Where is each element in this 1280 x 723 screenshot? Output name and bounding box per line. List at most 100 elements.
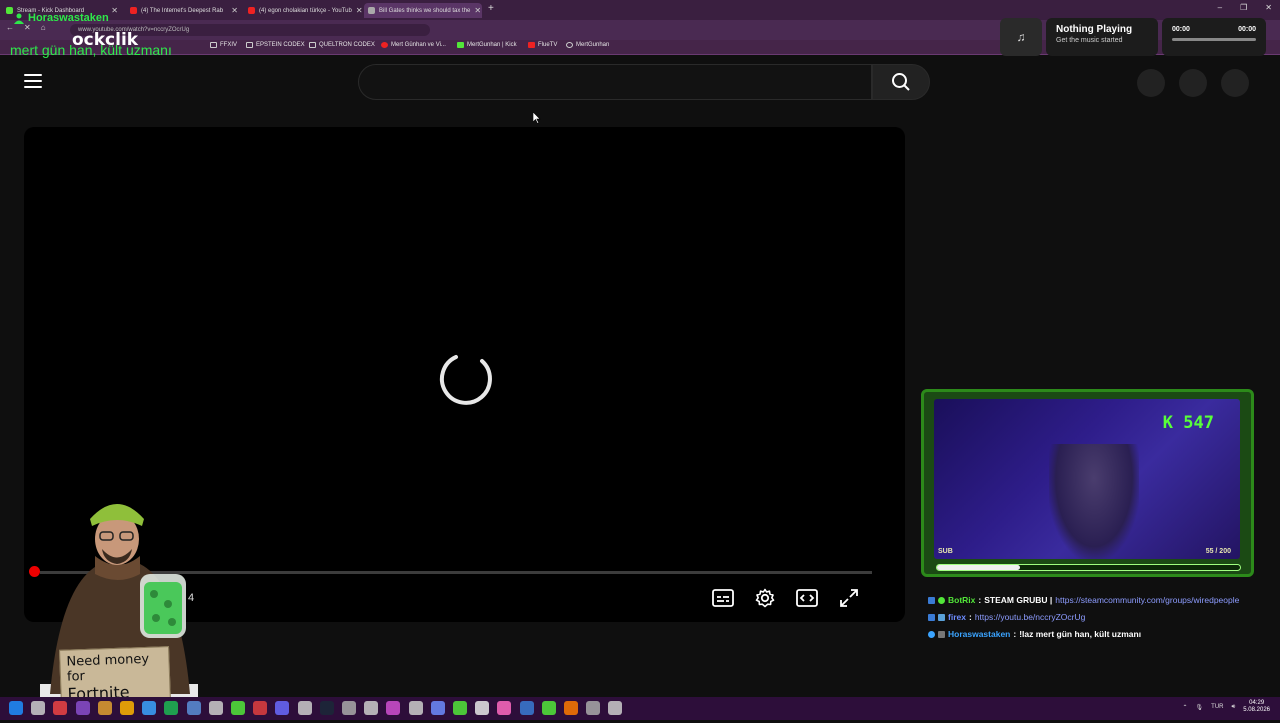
seek-handle[interactable] [29, 566, 40, 577]
close-tab-icon[interactable]: ✕ [231, 6, 238, 15]
new-tab-icon[interactable]: + [488, 3, 494, 14]
taskbar-app-icon[interactable] [31, 701, 46, 715]
chat-message: Horaswastaken : !laz mert gün han, kült … [928, 629, 1273, 639]
chevron-up-icon[interactable]: ⌃ [1183, 704, 1188, 711]
chat-link[interactable]: https://steamcommunity.com/groups/wiredp… [1055, 595, 1239, 605]
music-note-icon[interactable]: ♫ [1000, 18, 1042, 56]
chat-link[interactable]: https://youtu.be/nccryZOcrUg [975, 612, 1086, 622]
chat-username[interactable]: Horaswastaken [948, 629, 1010, 639]
browser-tab[interactable]: (4) egon cholakian türkçe - YouTub ✕ [244, 3, 362, 18]
taskbar-app-icon[interactable] [497, 701, 512, 715]
taskbar-app-icon[interactable] [297, 701, 312, 715]
taskbar-app-icon[interactable] [120, 701, 134, 715]
sub-badge-icon [938, 613, 945, 621]
taskbar-app-icon[interactable] [386, 701, 401, 715]
music-info: Nothing Playing Get the music started [1046, 18, 1158, 56]
taskbar-app-icon[interactable] [541, 701, 556, 715]
taskbar-app-icon[interactable] [364, 701, 379, 715]
taskbar-app-icon[interactable] [608, 701, 623, 715]
restore-icon[interactable]: ❐ [1240, 3, 1247, 12]
folder-icon [246, 42, 253, 48]
github-icon [566, 42, 573, 48]
badge-icon [928, 613, 935, 621]
browser-tab-active[interactable]: Bill Gates thinks we should tax the ✕ [364, 3, 482, 18]
taskbar-app-icon[interactable] [319, 701, 334, 715]
taskbar-app-icon[interactable] [208, 701, 223, 715]
taskbar-app-icon[interactable] [231, 701, 245, 715]
bookmark-label: QUELTRON CODEX [319, 42, 375, 48]
taskbar-app-icon[interactable] [97, 701, 112, 715]
bookmark-item[interactable]: QUELTRON CODEX [309, 42, 375, 48]
bookmark-item[interactable]: MertGunhan [566, 42, 609, 48]
taskbar-app-icon[interactable] [186, 701, 201, 715]
youtube-icon [381, 42, 388, 48]
bookmark-item[interactable]: Mert Günhan ve Vi... [381, 42, 446, 48]
back-icon[interactable]: ← [6, 23, 14, 32]
bookmark-item[interactable]: EPSTEIN CODEX [246, 42, 305, 48]
taskbar-app-icon[interactable] [275, 701, 290, 715]
header-placeholder-icon[interactable] [1137, 69, 1165, 97]
search-button[interactable] [872, 64, 930, 100]
taskbar-app-icon[interactable] [164, 701, 179, 715]
bookmark-item[interactable]: FlueTV [528, 42, 557, 48]
page-favicon-icon [368, 7, 375, 14]
taskbar-app-icon[interactable] [564, 701, 578, 715]
sign-line-1: Need money for [66, 651, 150, 685]
tab-label: Bill Gates thinks we should tax the [379, 7, 471, 14]
taskbar-app-icon[interactable] [253, 701, 268, 715]
taskbar-app-icon[interactable] [586, 701, 601, 715]
verified-badge-icon [938, 596, 945, 604]
avatar[interactable] [1221, 69, 1249, 97]
home-icon[interactable]: ⌂ [41, 23, 46, 32]
fullscreen-button[interactable] [836, 586, 862, 610]
taskbar-app-icon[interactable] [53, 701, 68, 715]
taskbar-app-icon[interactable] [453, 701, 467, 715]
mic-icon[interactable]: 🎙︎ [1196, 704, 1204, 711]
taskbar-app-icon[interactable] [430, 701, 445, 715]
badge-icon [928, 596, 935, 604]
chat-username[interactable]: BotRix [948, 595, 975, 605]
close-tab-icon[interactable]: ✕ [356, 6, 362, 15]
taskbar-app-icon[interactable] [408, 701, 423, 715]
settings-button[interactable] [752, 586, 778, 610]
clock-time: 04:29 [1249, 700, 1265, 706]
bookmark-item[interactable]: MertGunhan | Kick [457, 42, 517, 48]
taskbar-app-icon[interactable] [342, 701, 356, 715]
system-tray: ⌃ 🎙︎ TUR 🔊︎ 04:29 5.08.2026 [1183, 700, 1270, 714]
music-title: Nothing Playing [1056, 24, 1133, 35]
youtube-favicon-icon [130, 7, 137, 14]
subtitles-button[interactable] [710, 586, 736, 610]
minimize-icon[interactable]: – [1218, 3, 1222, 12]
bookmark-label: FFXIV [220, 42, 238, 48]
volume-icon[interactable]: 🔊︎ [1232, 704, 1236, 711]
clock-date: 5.08.2026 [1243, 707, 1270, 713]
kick-icon [457, 42, 464, 48]
language-indicator[interactable]: TUR [1211, 704, 1223, 710]
kick-favicon-icon [6, 7, 13, 14]
start-menu-icon[interactable] [9, 701, 23, 715]
search-input[interactable] [358, 64, 872, 100]
webcam-overlay: K 547 SUB 55 / 200 [921, 389, 1254, 577]
music-time-start: 00:00 [1172, 26, 1190, 33]
bookmark-label: FlueTV [538, 42, 558, 48]
browser-tab[interactable]: (4) The Internet's Deepest Rab ✕ [126, 3, 242, 18]
close-tab-icon[interactable]: ✕ [111, 6, 118, 15]
taskbar-app-icon[interactable] [75, 701, 90, 715]
bookmark-item[interactable]: FFXIV [210, 42, 237, 48]
sub-goal-count: 55 / 200 [1205, 548, 1231, 555]
sub-goal-bar [936, 564, 1241, 571]
close-window-icon[interactable]: ✕ [1265, 3, 1272, 12]
taskbar-app-icon[interactable] [142, 701, 157, 715]
chat-username[interactable]: firex [948, 612, 966, 622]
theater-mode-button[interactable] [794, 586, 820, 610]
clock[interactable]: 04:29 5.08.2026 [1243, 700, 1270, 714]
close-tab-icon[interactable]: ✕ [474, 6, 481, 15]
reload-icon[interactable]: ✕ [24, 23, 31, 32]
header-placeholder-icon[interactable] [1179, 69, 1207, 97]
taskbar-app-icon[interactable] [475, 701, 490, 715]
menu-icon[interactable] [24, 74, 42, 88]
taskbar-app-icon[interactable] [519, 701, 534, 715]
fullscreen-icon [840, 589, 858, 607]
webcam-feed: K 547 [934, 399, 1240, 559]
fluetv-icon [528, 42, 535, 48]
